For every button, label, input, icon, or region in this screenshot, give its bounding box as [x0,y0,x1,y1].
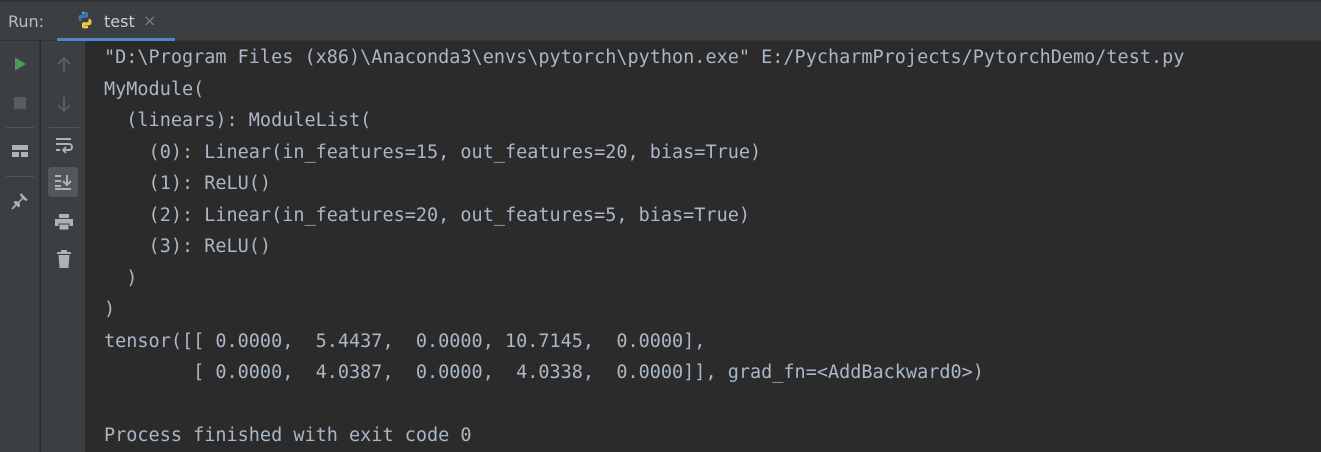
scroll-to-end-icon[interactable] [48,167,78,197]
console-line: (0): Linear(in_features=15, out_features… [104,142,762,163]
console-line: MyModule( [104,79,205,100]
pin-icon[interactable] [5,186,35,216]
console-line: (3): ReLU() [104,236,272,257]
console-line: (1): ReLU() [104,173,272,194]
toolbar-divider [6,176,34,177]
layout-icon[interactable] [5,136,35,166]
toolbar-divider [6,127,34,128]
python-icon [75,10,95,30]
trash-icon[interactable] [49,244,79,274]
run-header: Run: test × [0,0,1321,41]
stop-icon[interactable] [5,88,35,118]
console-line: (2): Linear(in_features=20, out_features… [104,205,751,226]
print-icon[interactable] [49,207,79,237]
tab-test[interactable]: test × [57,2,175,41]
soft-wrap-icon[interactable] [49,130,79,160]
run-tool-window: Run: test × "D:\Program Files (x86)\Anac… [0,0,1321,452]
run-toolbar-console [41,41,86,452]
run-toolbar-left [0,41,40,452]
console-line: ) [104,268,138,289]
close-icon[interactable]: × [143,11,156,30]
console-line: "D:\Program Files (x86)\Anaconda3\envs\p… [104,47,1185,68]
rerun-icon[interactable] [5,49,35,79]
console-output[interactable]: "D:\Program Files (x86)\Anaconda3\envs\p… [87,41,1321,452]
arrow-up-icon[interactable] [49,50,79,80]
toolbar-divider [49,127,79,128]
console-line: tensor([[ 0.0000, 5.4437, 0.0000, 10.714… [104,331,706,352]
run-label: Run: [8,12,45,31]
console-line: Process finished with exit code 0 [104,425,472,446]
tab-label: test [104,12,135,31]
arrow-down-icon[interactable] [49,89,79,119]
console-line: [ 0.0000, 4.0387, 0.0000, 4.0338, 0.0000… [104,362,984,383]
console-line: (linears): ModuleList( [104,110,372,131]
console-line: ) [104,299,116,320]
